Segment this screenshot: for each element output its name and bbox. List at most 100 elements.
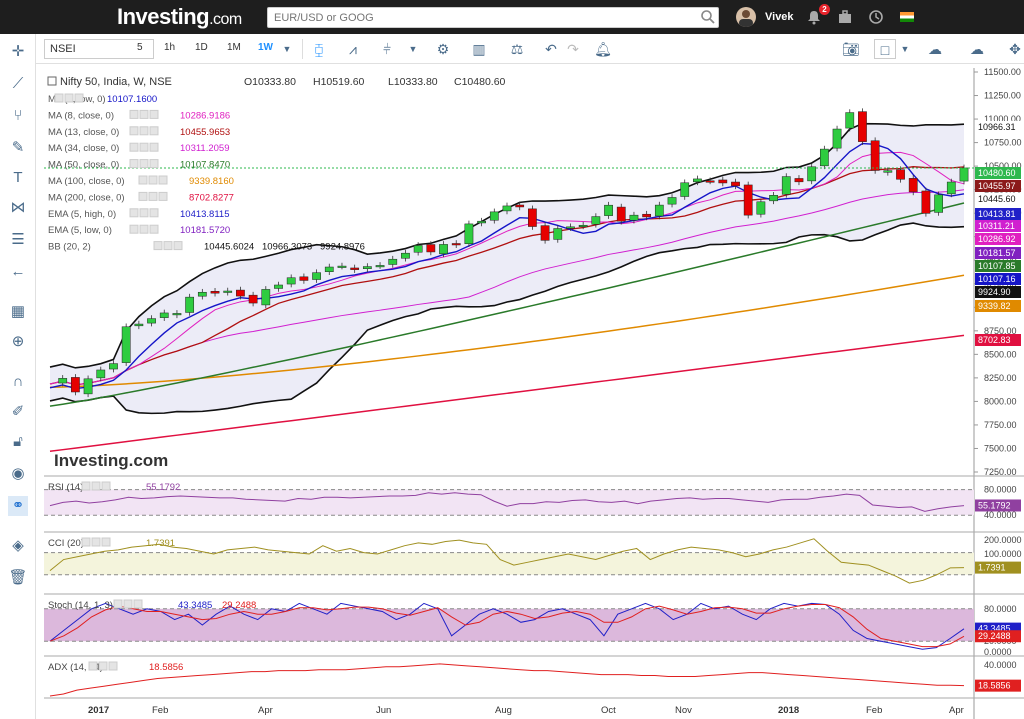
candle[interactable] (451, 243, 461, 246)
candle[interactable] (680, 182, 690, 197)
candle[interactable] (819, 148, 829, 167)
candle[interactable] (654, 204, 664, 217)
candle[interactable] (375, 265, 385, 268)
candle[interactable] (502, 205, 512, 212)
panel-settings-icon[interactable] (113, 599, 123, 609)
panel-settings-icon[interactable] (123, 599, 133, 609)
candle[interactable] (337, 265, 347, 268)
candle[interactable] (197, 291, 207, 297)
candle[interactable] (959, 167, 969, 182)
trendline-icon[interactable]: ⟋ (8, 74, 28, 94)
candle[interactable] (794, 178, 804, 183)
candle[interactable] (83, 378, 93, 395)
timeframe-dropdown-icon[interactable]: ▼ (276, 39, 298, 59)
fullscreen-icon[interactable]: ✥ (1004, 39, 1024, 59)
fork-icon[interactable]: ⑂ (8, 106, 28, 126)
indicator-label[interactable]: MA (13, close, 0) (48, 127, 119, 138)
candle[interactable] (362, 266, 372, 269)
candle[interactable] (578, 224, 588, 227)
candles-icon[interactable]: ⧮ (308, 39, 330, 59)
candle[interactable] (464, 223, 474, 245)
indicator-settings-icon[interactable] (138, 175, 148, 185)
indicator-settings-icon[interactable] (149, 159, 159, 169)
candle[interactable] (743, 184, 753, 216)
indicator-label[interactable]: MA (100, close, 0) (48, 176, 125, 187)
indicator-settings-icon[interactable] (64, 93, 74, 103)
layers-icon[interactable]: ◈ (8, 536, 28, 556)
indicator-label[interactable]: BB (20, 2) (48, 242, 91, 253)
candle[interactable] (934, 194, 943, 213)
pencil-lock-icon[interactable]: ✐ (8, 402, 28, 422)
candle[interactable] (591, 216, 601, 225)
panel-settings-icon[interactable] (108, 661, 118, 671)
user-name[interactable]: Vivek (765, 11, 794, 23)
color-picker-icon[interactable]: □ (874, 39, 896, 59)
indicator-settings-icon[interactable] (139, 159, 149, 169)
indicator-settings-icon[interactable] (74, 93, 84, 103)
timeframe-1h[interactable]: 1h (159, 40, 180, 58)
timeframe-1d[interactable]: 1D (190, 40, 213, 58)
indicator-settings-icon[interactable] (129, 224, 139, 234)
candle[interactable] (616, 206, 626, 222)
candle[interactable] (604, 204, 613, 216)
clock-icon[interactable] (868, 9, 884, 25)
candle[interactable] (413, 245, 423, 253)
indicator-settings-icon[interactable] (149, 126, 159, 136)
candle[interactable] (528, 208, 537, 227)
settings-gear-icon[interactable]: ⚙ (432, 39, 454, 59)
candle[interactable] (426, 244, 436, 253)
indicator-settings-icon[interactable] (129, 208, 139, 218)
indicator-settings-icon[interactable] (153, 241, 163, 251)
indicator-settings-icon[interactable] (139, 109, 149, 119)
bars-icon[interactable]: ⫩ (376, 39, 398, 59)
measure-icon[interactable]: ▦ (8, 302, 28, 322)
indicator-settings-icon[interactable] (139, 142, 149, 152)
candle[interactable] (312, 272, 321, 280)
adx-panel[interactable]: ADX (14, 14)18.585640.000020.000018.5856 (44, 655, 1024, 697)
pattern-icon[interactable]: ⋈ (8, 198, 28, 218)
indicator-settings-icon[interactable] (138, 191, 148, 201)
candle[interactable] (756, 201, 766, 215)
candle[interactable] (261, 289, 271, 306)
alert-bell-icon[interactable]: 🔔︎ (592, 39, 614, 59)
indicator-label[interactable]: MA (50, close, 0) (48, 160, 119, 171)
crosshair-icon[interactable]: ✛ (8, 42, 28, 62)
cloud-save-icon[interactable]: ☁ (966, 39, 988, 59)
panel-settings-icon[interactable] (81, 481, 91, 491)
indicator-label[interactable]: MA (34, close, 0) (48, 143, 119, 154)
indicator-settings-icon[interactable] (149, 109, 159, 119)
candle[interactable] (566, 226, 575, 229)
indicator-settings-icon[interactable] (139, 208, 149, 218)
candle[interactable] (147, 318, 156, 324)
indicator-settings-icon[interactable] (173, 241, 183, 251)
cloud-load-icon[interactable]: ☁ (924, 39, 946, 59)
candle[interactable] (236, 289, 245, 297)
candle[interactable] (96, 369, 106, 379)
candle[interactable] (248, 294, 258, 304)
redo-icon[interactable]: ↷ (562, 39, 584, 59)
indicator-settings-icon[interactable] (158, 191, 168, 201)
candle[interactable] (718, 179, 728, 184)
candle[interactable] (540, 225, 550, 241)
indicator-settings-icon[interactable] (129, 109, 139, 119)
panel-settings-icon[interactable] (101, 537, 111, 547)
candle[interactable] (858, 111, 867, 142)
indicator-settings-icon[interactable] (54, 93, 64, 103)
chart-type-dropdown-icon[interactable]: ▼ (402, 39, 424, 59)
color-dropdown-icon[interactable]: ▼ (894, 39, 916, 59)
panel-settings-icon[interactable] (81, 537, 91, 547)
compare-scale-icon[interactable]: ⚖ (506, 39, 528, 59)
trash-icon[interactable]: 🗑︎ (8, 568, 28, 588)
search-input[interactable] (267, 7, 719, 28)
candle[interactable] (109, 363, 118, 370)
avatar[interactable] (736, 7, 756, 27)
candle[interactable] (946, 181, 956, 195)
candle[interactable] (870, 140, 880, 171)
camera-icon[interactable]: 📷︎ (840, 39, 862, 59)
indicator-settings-icon[interactable] (148, 191, 158, 201)
candle[interactable] (286, 277, 296, 285)
indicator-settings-icon[interactable] (158, 175, 168, 185)
candle[interactable] (553, 228, 563, 240)
candle[interactable] (477, 220, 486, 224)
candle[interactable] (832, 128, 842, 149)
